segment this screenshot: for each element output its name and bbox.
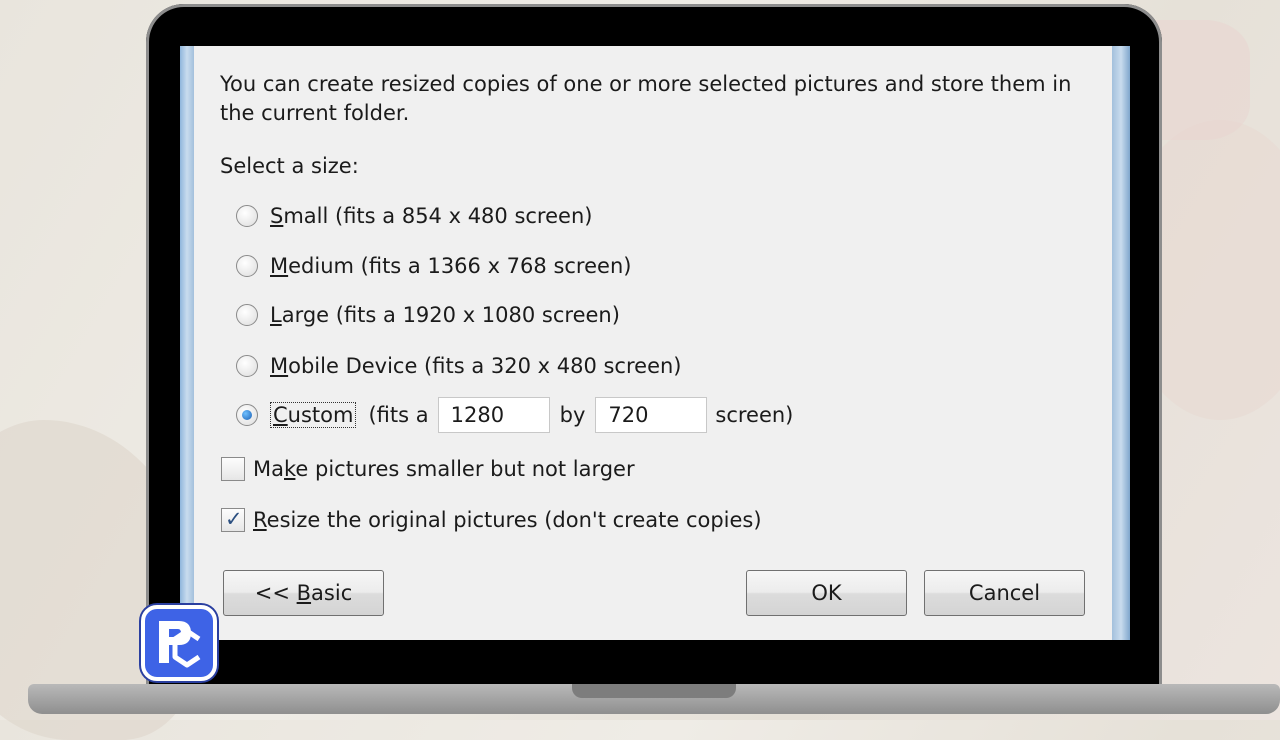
radio-button-selected[interactable]: [236, 404, 258, 426]
fits-a-label: (fits a: [368, 403, 429, 427]
laptop-notch: [572, 684, 736, 698]
laptop-screen: You can create resized copies of one or …: [180, 46, 1130, 640]
select-size-label: Select a size:: [220, 154, 359, 178]
by-label: by: [559, 403, 586, 427]
radio-option-large[interactable]: Large (fits a 1920 x 1080 screen): [236, 299, 620, 331]
radio-option-label: Large (fits a 1920 x 1080 screen): [270, 303, 620, 327]
checkbox[interactable]: [221, 457, 245, 481]
screen-label: screen): [715, 403, 794, 427]
radio-option-custom[interactable]: Custom (fits a by screen): [236, 396, 793, 434]
intro-text: You can create resized copies of one or …: [220, 72, 1072, 125]
radio-option-small[interactable]: Small (fits a 854 x 480 screen): [236, 200, 592, 232]
checkbox-label: Make pictures smaller but not larger: [253, 457, 635, 481]
radio-option-label: Medium (fits a 1366 x 768 screen): [270, 254, 632, 278]
checkbox-label: Resize the original pictures (don't crea…: [253, 508, 762, 532]
radio-button[interactable]: [236, 355, 258, 377]
radio-button[interactable]: [236, 255, 258, 277]
radio-button[interactable]: [236, 205, 258, 227]
radio-option-label: Mobile Device (fits a 320 x 480 screen): [270, 354, 682, 378]
pc-logo-glyph: [159, 621, 201, 668]
custom-width-input[interactable]: [437, 397, 550, 433]
custom-label: Custom: [270, 402, 357, 428]
window-frame-left: [180, 46, 194, 640]
radio-option-medium[interactable]: Medium (fits a 1366 x 768 screen): [236, 250, 631, 282]
basic-button[interactable]: << Basic: [223, 570, 384, 616]
cancel-button[interactable]: Cancel: [924, 570, 1085, 616]
radio-option-label: Small (fits a 854 x 480 screen): [270, 204, 593, 228]
window-frame-right: [1112, 46, 1130, 640]
checkbox-make-smaller[interactable]: Make pictures smaller but not larger: [221, 453, 635, 485]
checkbox-checked[interactable]: [221, 507, 245, 532]
ok-button[interactable]: OK: [746, 570, 907, 616]
custom-height-input[interactable]: [595, 397, 708, 433]
radio-button[interactable]: [236, 304, 258, 326]
pc-logo-icon: [141, 605, 217, 681]
radio-option-mobile[interactable]: Mobile Device (fits a 320 x 480 screen): [236, 350, 682, 382]
checkbox-resize-original[interactable]: Resize the original pictures (don't crea…: [221, 504, 762, 536]
resize-pictures-dialog: You can create resized copies of one or …: [194, 46, 1112, 640]
